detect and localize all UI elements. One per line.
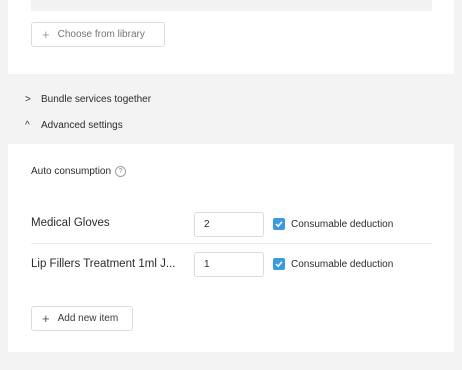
consumable-deduction-checkbox[interactable]: Consumable deduction <box>273 258 393 270</box>
quantity-input[interactable]: 1 <box>194 252 264 277</box>
add-new-item-label: Add new item <box>57 313 119 324</box>
advanced-settings-toggle[interactable]: ^ Advanced settings <box>25 120 123 131</box>
choose-from-library-button[interactable]: + Choose from library <box>31 22 165 47</box>
item-name-lip-fillers: Lip Fillers Treatment 1ml J... <box>31 258 176 270</box>
auto-consumption-heading: Auto consumption ? <box>31 166 127 177</box>
row-divider <box>31 243 432 244</box>
quantity-input[interactable]: 2 <box>194 212 264 237</box>
image-placeholder-strip <box>31 0 432 11</box>
auto-consumption-label: Auto consumption <box>31 166 112 177</box>
plus-icon: + <box>42 311 50 326</box>
plus-icon: + <box>42 27 50 42</box>
help-circle-icon[interactable]: ? <box>115 166 127 177</box>
bundle-services-label: Bundle services together <box>41 94 152 105</box>
chevron-right-icon: > <box>25 94 31 105</box>
chevron-up-icon: ^ <box>25 120 30 131</box>
consumable-deduction-label: Consumable deduction <box>291 218 394 230</box>
consumable-deduction-checkbox[interactable]: Consumable deduction <box>273 218 393 230</box>
choose-from-library-label: Choose from library <box>57 29 145 40</box>
checkbox-checked-icon[interactable] <box>273 218 285 230</box>
item-name-medical-gloves: Medical Gloves <box>31 217 110 229</box>
consumable-deduction-label: Consumable deduction <box>291 258 394 270</box>
add-new-item-button[interactable]: + Add new item <box>31 306 133 331</box>
bundle-services-toggle[interactable]: > Bundle services together <box>25 94 151 105</box>
checkbox-checked-icon[interactable] <box>273 258 285 270</box>
advanced-settings-label: Advanced settings <box>41 120 123 131</box>
